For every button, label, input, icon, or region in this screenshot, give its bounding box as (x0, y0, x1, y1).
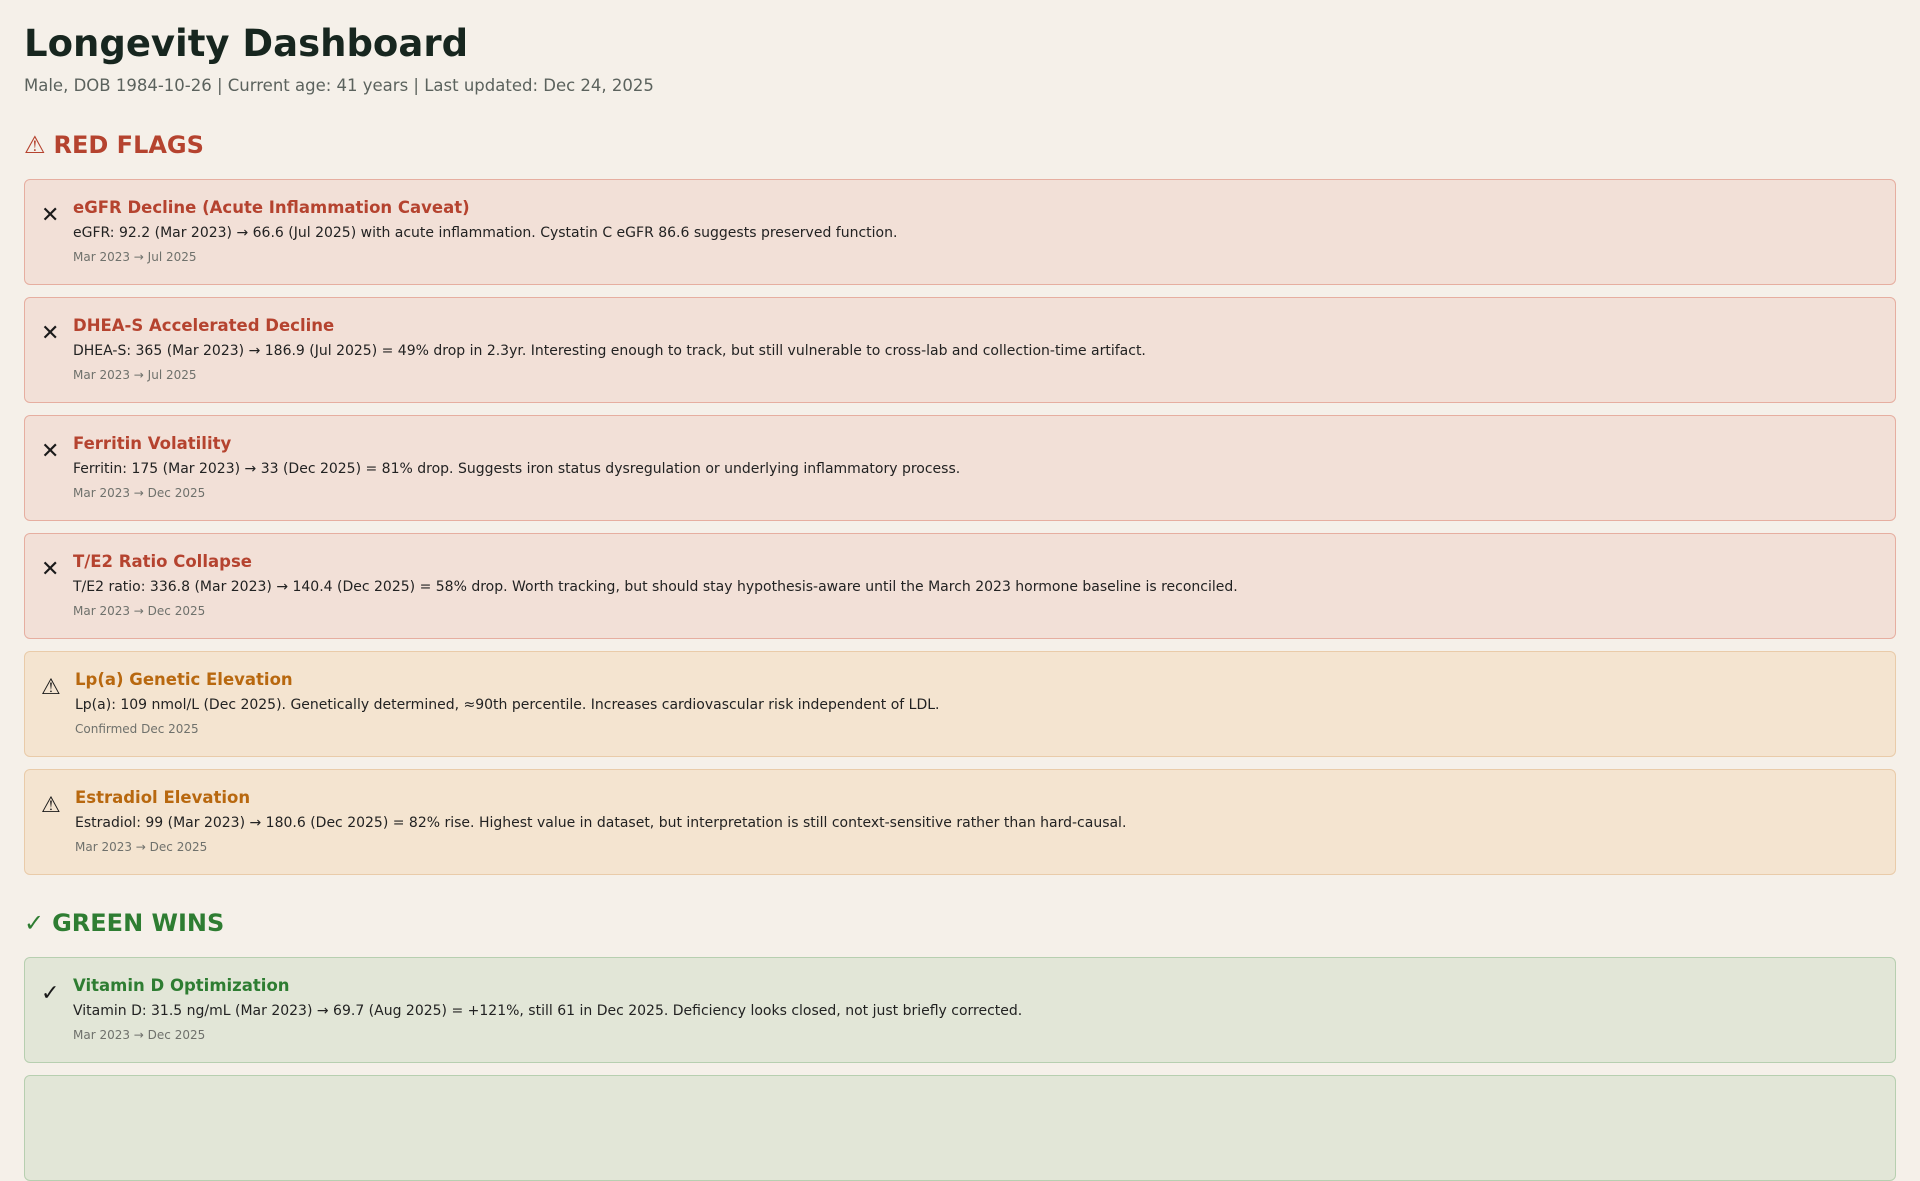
card-date-range: Mar 2023 → Jul 2025 (73, 368, 197, 383)
green-wins-label: GREEN WINS (52, 909, 225, 938)
page-title: Longevity Dashboard (24, 22, 469, 65)
flag-card: ✓ Vitamin D Optimization Vitamin D: 31.5… (24, 957, 1896, 1064)
flag-card: ✕ Ferritin Volatility Ferritin: 175 (Mar… (24, 415, 1896, 522)
card-title: T/E2 Ratio Collapse (73, 552, 252, 572)
card-date-range: Mar 2023 → Dec 2025 (73, 1028, 206, 1043)
red-flags-list: ✕ eGFR Decline (Acute Inflammation Cavea… (24, 179, 1896, 876)
card-title: Ferritin Volatility (73, 434, 232, 454)
x-icon: ✕ (41, 203, 60, 229)
card-description: Vitamin D: 31.5 ng/mL (Mar 2023) → 69.7 … (73, 1003, 1023, 1020)
check-icon: ✓ (41, 981, 60, 1007)
card-description: eGFR: 92.2 (Mar 2023) → 66.6 (Jul 2025) … (73, 225, 898, 242)
card-title: Estradiol Elevation (75, 788, 251, 808)
card-body: Lp(a) Genetic Elevation Lp(a): 109 nmol/… (75, 670, 940, 740)
x-icon: ✕ (41, 439, 60, 465)
flag-card: ✕ eGFR Decline (Acute Inflammation Cavea… (24, 179, 1896, 286)
card-description: Ferritin: 175 (Mar 2023) → 33 (Dec 2025)… (73, 461, 961, 478)
flag-card: ✕ DHEA-S Accelerated Decline DHEA-S: 365… (24, 297, 1896, 404)
warning-icon: ⚠ (24, 131, 46, 160)
card-title: Lp(a) Genetic Elevation (75, 670, 293, 690)
card-description: Lp(a): 109 nmol/L (Dec 2025). Geneticall… (75, 697, 940, 714)
card-description: Estradiol: 99 (Mar 2023) → 180.6 (Dec 20… (75, 815, 1127, 832)
card-date-range: Mar 2023 → Dec 2025 (75, 840, 208, 855)
card-description: T/E2 ratio: 336.8 (Mar 2023) → 140.4 (De… (73, 579, 1238, 596)
card-title: eGFR Decline (Acute Inflammation Caveat) (73, 198, 470, 218)
red-flags-label: RED FLAGS (53, 131, 204, 160)
card-date-range: Mar 2023 → Dec 2025 (73, 604, 206, 619)
card-body: Estradiol Elevation Estradiol: 99 (Mar 2… (75, 788, 1126, 858)
card-date-range: Confirmed Dec 2025 (75, 722, 199, 737)
card-date-range: Mar 2023 → Jul 2025 (73, 250, 197, 265)
green-wins-heading: ✓ GREEN WINS (24, 909, 1896, 937)
flag-card: ⚠ Lp(a) Genetic Elevation Lp(a): 109 nmo… (24, 651, 1896, 758)
page-subtitle: Male, DOB 1984-10-26 | Current age: 41 y… (24, 76, 654, 96)
flag-card (24, 1075, 1896, 1181)
card-description: DHEA-S: 365 (Mar 2023) → 186.9 (Jul 2025… (73, 343, 1146, 360)
card-title: DHEA-S Accelerated Decline (73, 316, 335, 336)
warning-icon: ⚠ (41, 793, 61, 819)
card-body: Ferritin Volatility Ferritin: 175 (Mar 2… (73, 434, 960, 504)
card-body: eGFR Decline (Acute Inflammation Caveat)… (73, 198, 897, 268)
flag-card: ⚠ Estradiol Elevation Estradiol: 99 (Mar… (24, 769, 1896, 876)
red-flags-heading: ⚠ RED FLAGS (24, 131, 1896, 159)
dashboard: Longevity Dashboard Male, DOB 1984-10-26… (0, 0, 1920, 1181)
green-wins-list: ✓ Vitamin D Optimization Vitamin D: 31.5… (24, 957, 1896, 1181)
x-icon: ✕ (41, 321, 60, 347)
check-icon (41, 1094, 73, 1164)
card-body: Vitamin D Optimization Vitamin D: 31.5 n… (73, 976, 1022, 1046)
card-date-range: Mar 2023 → Dec 2025 (73, 486, 206, 501)
card-title: Vitamin D Optimization (73, 976, 290, 996)
check-icon: ✓ (24, 909, 45, 938)
card-body: T/E2 Ratio Collapse T/E2 ratio: 336.8 (M… (73, 552, 1238, 622)
x-icon: ✕ (41, 557, 60, 583)
warning-icon: ⚠ (41, 675, 61, 701)
flag-card: ✕ T/E2 Ratio Collapse T/E2 ratio: 336.8 … (24, 533, 1896, 640)
card-body: DHEA-S Accelerated Decline DHEA-S: 365 (… (73, 316, 1146, 386)
